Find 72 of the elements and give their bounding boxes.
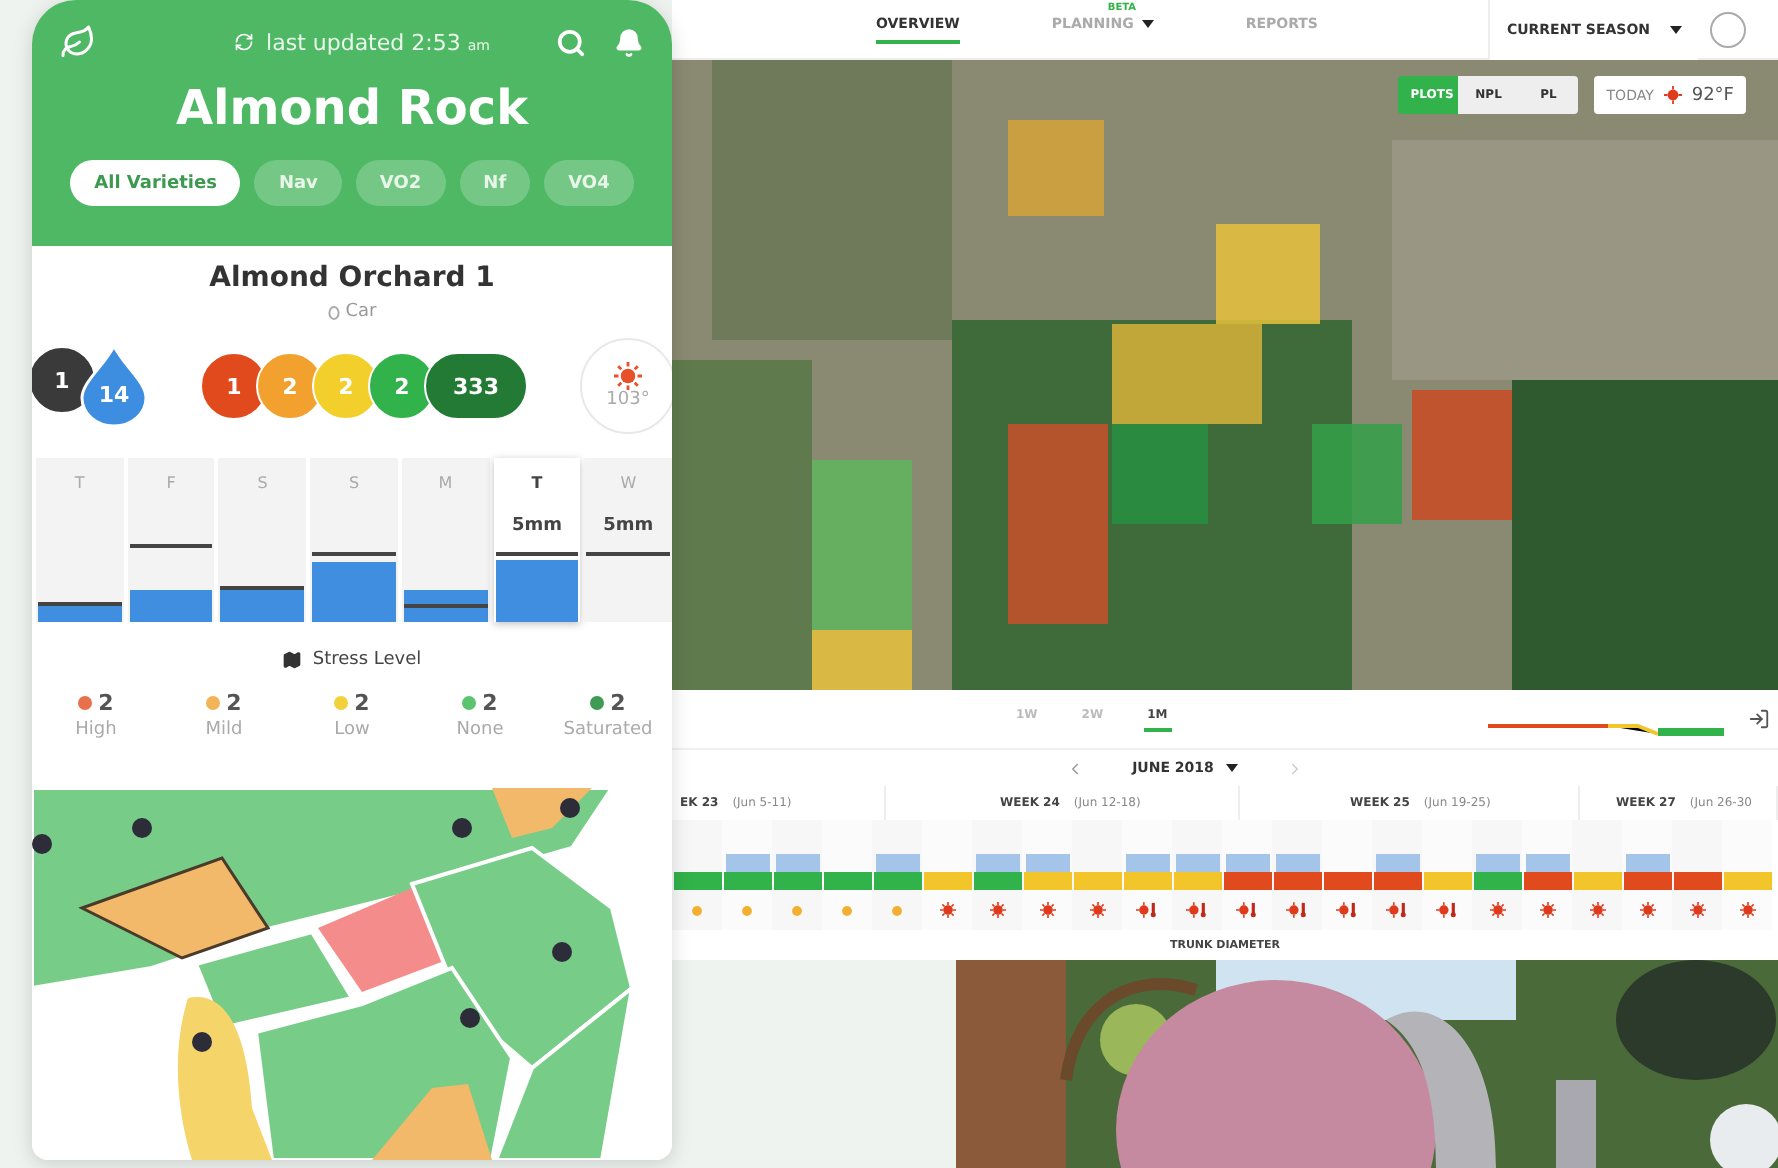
sun-icon xyxy=(1663,86,1682,104)
stress-count: 2 xyxy=(482,690,498,716)
sun-icon xyxy=(1489,902,1505,919)
map-icon xyxy=(282,650,303,670)
caret-icon xyxy=(1670,25,1682,33)
sun-icon xyxy=(1539,902,1555,919)
sun-thermometer-icon xyxy=(1386,902,1408,919)
variety-filter[interactable]: All Varieties xyxy=(70,160,241,206)
sun-icon xyxy=(989,902,1005,919)
sun-icon xyxy=(614,362,642,390)
target-line xyxy=(129,544,213,549)
day-column[interactable]: S xyxy=(310,458,398,622)
variety-filter[interactable]: VO4 xyxy=(544,160,634,206)
day-column[interactable]: T xyxy=(36,458,124,622)
stress-label: Mild xyxy=(205,720,243,740)
stress-label: Saturated xyxy=(563,720,653,740)
sun-thermometer-icon xyxy=(1286,902,1308,919)
sun-icon xyxy=(890,903,904,918)
stress-label: None xyxy=(456,720,504,740)
target-line xyxy=(586,552,671,557)
temperature: 92°F xyxy=(1691,85,1734,105)
stress-label: High xyxy=(75,720,117,740)
sun-thermometer-icon xyxy=(1336,902,1358,919)
target-line xyxy=(312,552,396,557)
sun-icon xyxy=(1089,902,1105,919)
stress-label: Low xyxy=(334,720,370,740)
day-column[interactable]: S xyxy=(218,458,307,622)
sun-icon xyxy=(790,903,804,918)
export-icon[interactable] xyxy=(1748,708,1770,731)
sun-icon xyxy=(690,903,704,918)
stress-count: 2 xyxy=(98,690,114,716)
rain-reading: 5mm xyxy=(603,516,654,536)
farm-title: Almond Rock xyxy=(175,80,529,136)
temperature: 103° xyxy=(606,390,650,410)
target-line xyxy=(403,604,488,609)
sun-icon xyxy=(740,903,754,918)
refresh-icon[interactable] xyxy=(234,32,255,52)
stress-count: 2 xyxy=(354,690,370,716)
sun-icon xyxy=(939,902,955,919)
orchard-name: Almond Orchard 1 xyxy=(209,262,495,294)
sun-icon xyxy=(1739,902,1755,919)
crop-icon xyxy=(327,304,340,320)
target-line xyxy=(220,585,305,590)
crop-label: Car xyxy=(345,302,377,322)
day-column[interactable]: T 5mm xyxy=(493,458,581,622)
target-line xyxy=(495,552,579,557)
variety-filter[interactable]: VO2 xyxy=(355,160,446,206)
stress-title: Stress Level xyxy=(312,650,422,670)
stress-count: 2 xyxy=(226,690,242,716)
search-icon[interactable] xyxy=(555,27,586,57)
sun-thermometer-icon xyxy=(1186,902,1208,919)
stress-count-badge: 333 xyxy=(424,352,528,420)
sun-thermometer-icon xyxy=(1436,902,1458,919)
water-drop-badge: 14 xyxy=(80,346,148,426)
day-column[interactable]: F xyxy=(127,458,215,622)
variety-filter[interactable]: Nav xyxy=(254,160,342,206)
variety-filter[interactable]: Nf xyxy=(459,160,531,206)
stress-count: 2 xyxy=(610,690,626,716)
sun-icon xyxy=(1689,902,1705,919)
sun-icon xyxy=(1039,902,1055,919)
sun-thermometer-icon xyxy=(1236,902,1258,919)
bell-icon[interactable] xyxy=(613,27,644,57)
day-column[interactable]: W 5mm xyxy=(584,458,672,622)
sun-icon xyxy=(1589,902,1605,919)
leaf-icon[interactable] xyxy=(60,24,96,60)
sun-icon xyxy=(840,903,854,918)
caret-icon xyxy=(1225,764,1238,773)
sun-icon xyxy=(1639,902,1655,919)
target-line xyxy=(38,601,122,606)
rain-reading: 5mm xyxy=(511,516,562,536)
day-column[interactable]: M xyxy=(401,458,490,622)
sun-thermometer-icon xyxy=(1136,902,1158,919)
